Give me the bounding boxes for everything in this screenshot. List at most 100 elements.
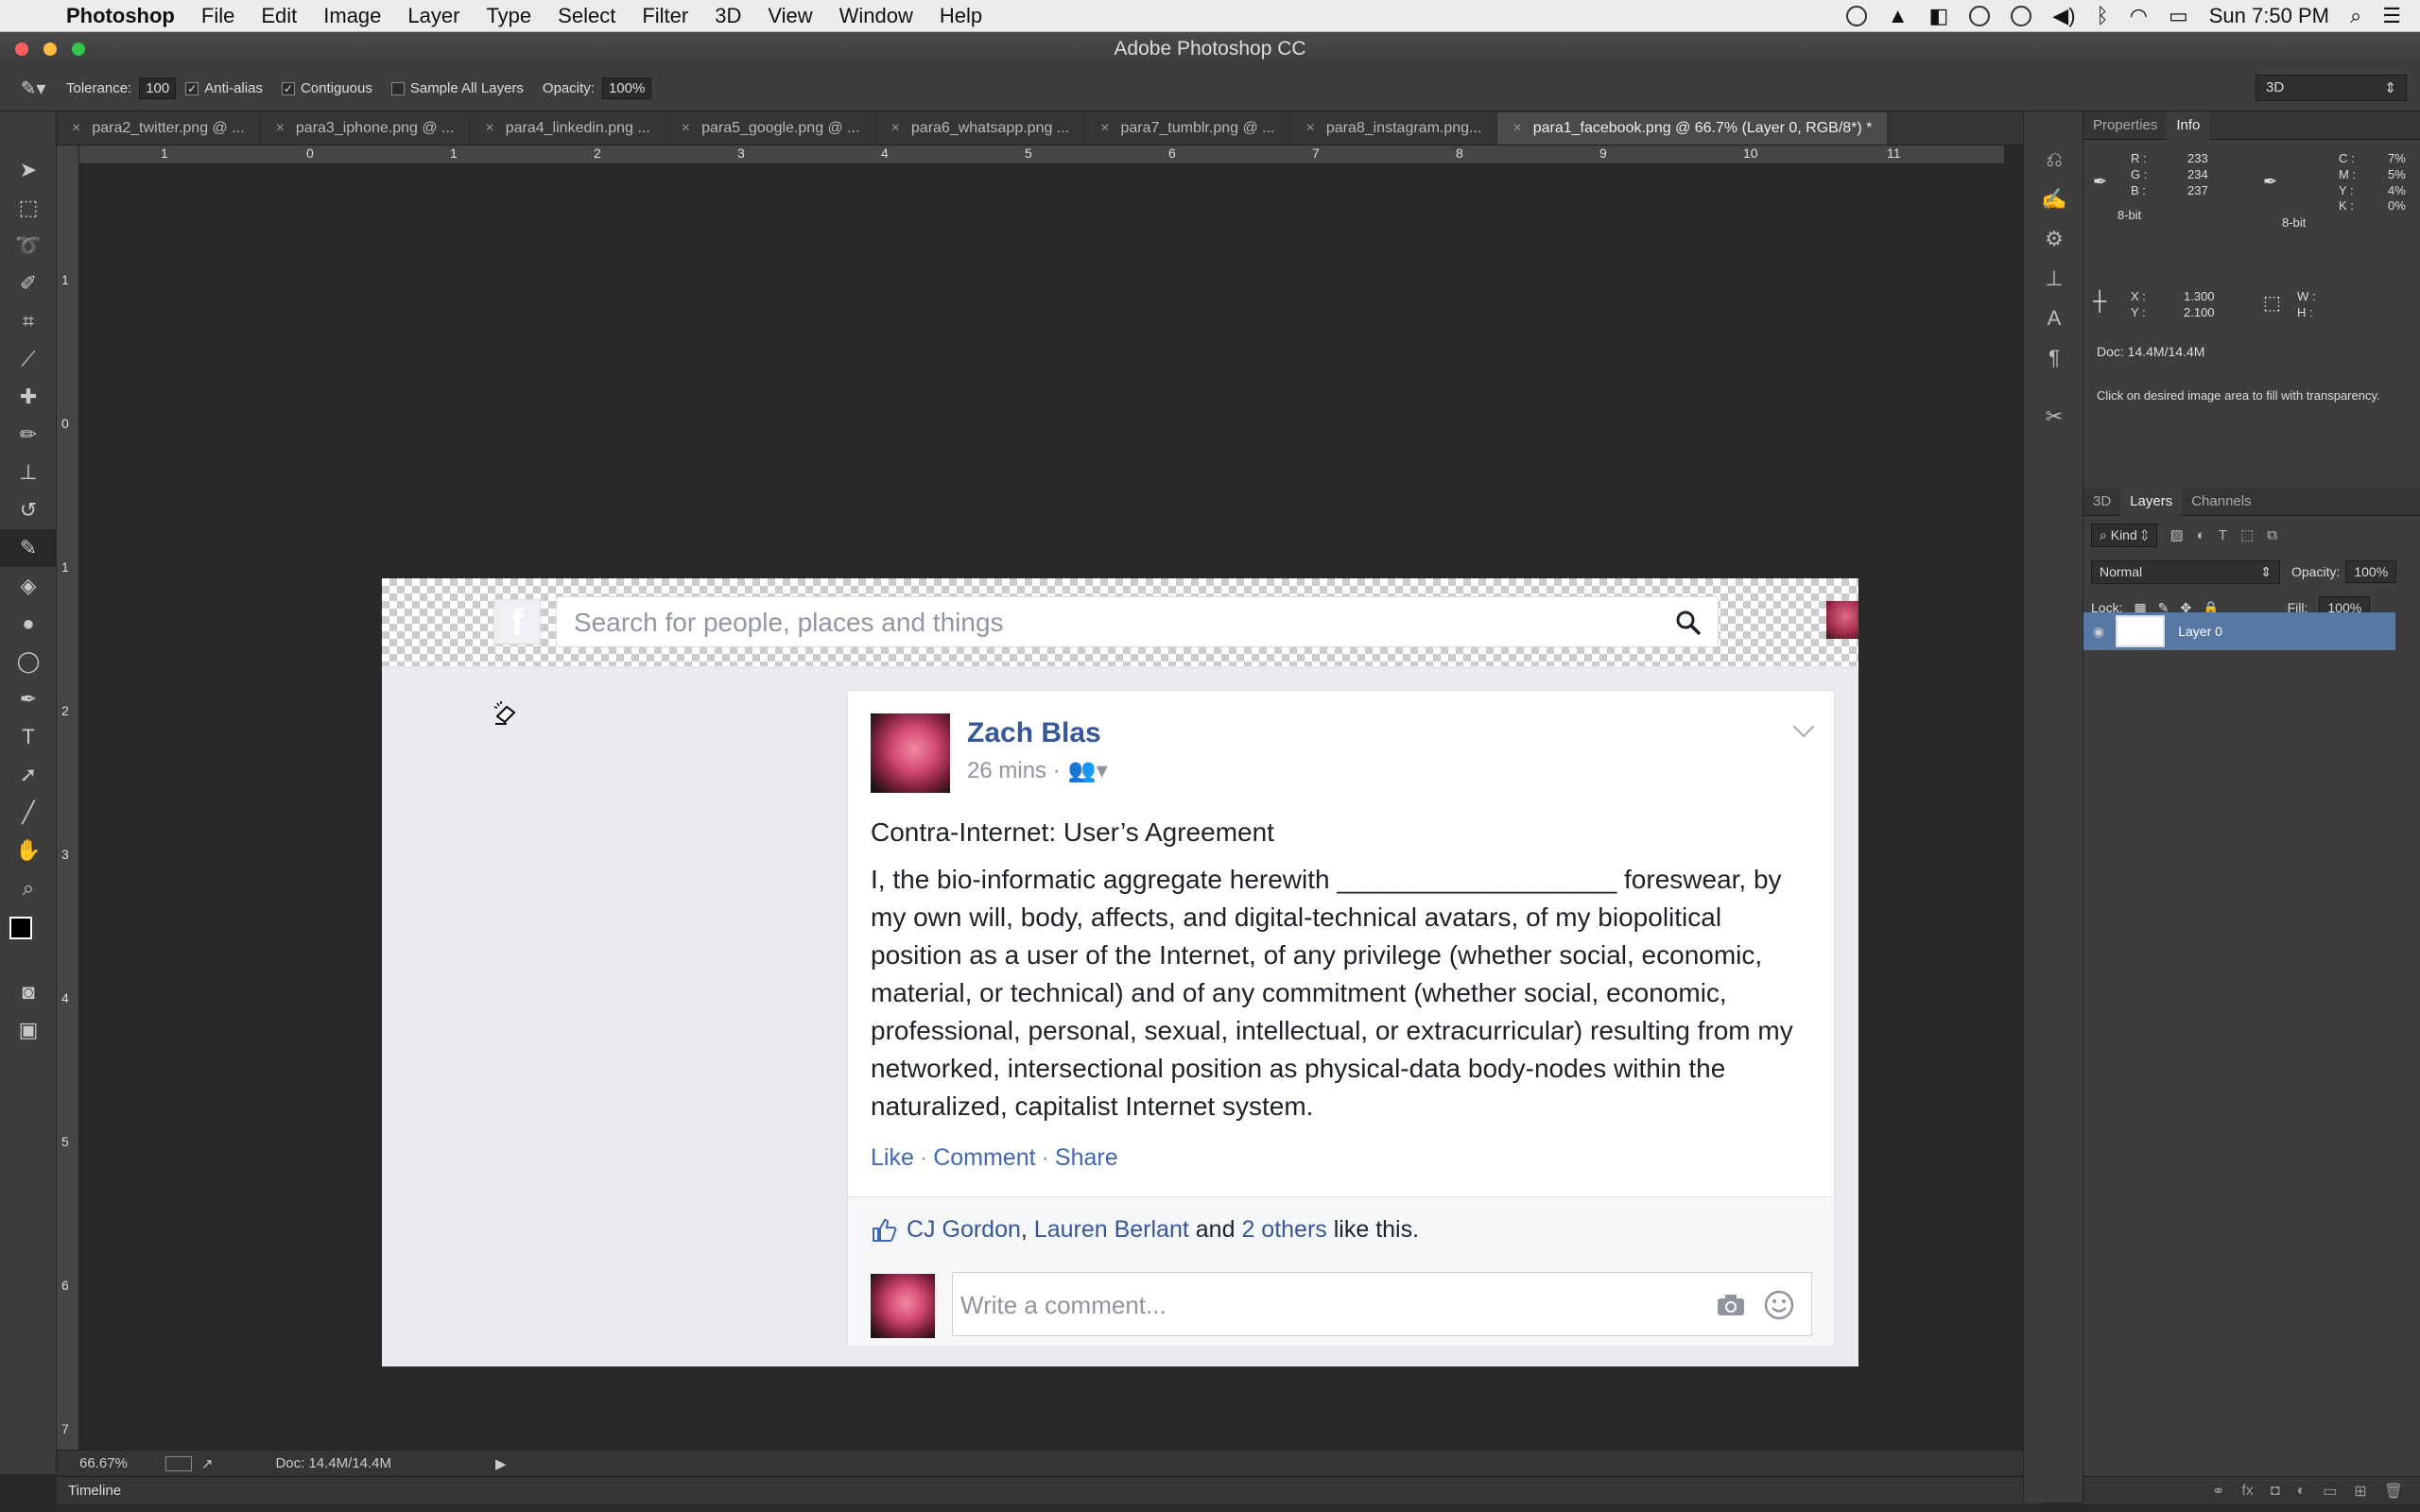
canvas-area[interactable]: f Zach Blas 26 mins · 👥▾ Contra-Internet…	[79, 164, 2004, 1450]
pixel-filter-icon[interactable]: ▨	[2170, 526, 2184, 543]
search-icon[interactable]	[1674, 609, 1703, 637]
tab-info[interactable]: Info	[2167, 111, 2210, 140]
share-link[interactable]: Share	[1055, 1144, 1118, 1171]
audience-friends-icon[interactable]: 👥▾	[1068, 757, 1108, 784]
tab-para1-facebook[interactable]: × para1_facebook.png @ 66.7% (Layer 0, RG…	[1497, 112, 1889, 145]
menu-3d[interactable]: 3D	[715, 4, 741, 28]
creative-cloud-icon[interactable]	[1845, 6, 1867, 26]
hand-tool-icon[interactable]: ✋	[0, 832, 57, 869]
quick-mask-icon[interactable]: ◙	[0, 973, 57, 1011]
new-group-icon[interactable]: ▭	[2323, 1482, 2337, 1501]
record-icon[interactable]	[1969, 6, 1991, 26]
tab-para2-twitter[interactable]: × para2_twitter.png @ ...	[57, 112, 261, 145]
spotlight-icon[interactable]: ⌕	[2350, 4, 2361, 28]
new-layer-icon[interactable]: ⊞	[2354, 1482, 2366, 1501]
menu-view[interactable]: View	[768, 4, 812, 28]
fb-search-input[interactable]	[574, 605, 1614, 641]
author-avatar[interactable]	[871, 713, 950, 793]
menu-filter[interactable]: Filter	[642, 4, 688, 28]
menubar-clock[interactable]: Sun 7:50 PM	[2209, 4, 2329, 28]
menu-edit[interactable]: Edit	[261, 4, 297, 28]
comment-box[interactable]	[952, 1272, 1812, 1336]
close-tab-icon[interactable]: ×	[1305, 120, 1314, 137]
layer-opacity-input[interactable]: 100%	[2345, 560, 2397, 583]
share-icon[interactable]: ↗	[201, 1455, 214, 1472]
post-time[interactable]: 26 mins ·	[967, 758, 1061, 784]
opacity-input[interactable]: 100%	[601, 77, 652, 99]
brush-tool-icon[interactable]: ✏	[0, 416, 57, 454]
layer-style-icon[interactable]: fx	[2241, 1483, 2253, 1500]
timeline-panel-tab[interactable]: Timeline	[57, 1476, 2042, 1504]
menu-select[interactable]: Select	[558, 4, 615, 28]
type-tool-icon[interactable]: T	[0, 718, 57, 756]
zoom-tool-icon[interactable]: ⌕	[0, 869, 57, 907]
comment-link[interactable]: Comment	[933, 1144, 1035, 1171]
battery-icon[interactable]: ▭	[2169, 4, 2188, 28]
tab-properties[interactable]: Properties	[2083, 117, 2167, 133]
type-filter-icon[interactable]: T	[2219, 527, 2227, 543]
tab-3d[interactable]: 3D	[2083, 493, 2120, 509]
tab-para4-linkedin[interactable]: × para4_linkedin.png ...	[470, 112, 666, 145]
close-tab-icon[interactable]: ×	[891, 120, 900, 137]
quick-select-tool-icon[interactable]: ✐	[0, 265, 57, 302]
antialias-checkbox[interactable]: ✓	[185, 81, 199, 95]
line-tool-icon[interactable]: ╱	[0, 794, 57, 832]
post-author-name[interactable]: Zach Blas	[967, 717, 1101, 749]
move-tool-icon[interactable]: ➤	[0, 151, 57, 189]
status-menu-arrow-icon[interactable]: ▶	[495, 1455, 507, 1472]
link-layers-icon[interactable]: ⚭	[2212, 1482, 2224, 1501]
close-tab-icon[interactable]: ×	[72, 120, 80, 137]
close-window-button[interactable]	[15, 43, 28, 56]
visibility-eye-icon[interactable]: ◉	[2093, 624, 2104, 640]
adjustments-panel-icon[interactable]: ⚙	[2024, 219, 2084, 259]
tab-channels[interactable]: Channels	[2182, 493, 2260, 509]
path-select-tool-icon[interactable]: ➚	[0, 756, 57, 794]
volume-icon[interactable]: ◀)	[2052, 4, 2075, 28]
layer-name[interactable]: Layer 0	[2178, 624, 2222, 639]
horizontal-ruler[interactable]: 1 0 1 2 3 4 5 6 7 8 9 10 11	[57, 146, 2004, 164]
screen-mode-icon[interactable]: ▣	[0, 1011, 57, 1049]
blend-mode-select[interactable]: Normal ⇕	[2091, 559, 2280, 584]
delete-layer-icon[interactable]: 🗑	[2384, 1482, 2403, 1501]
close-tab-icon[interactable]: ×	[682, 120, 690, 137]
history-brush-tool-icon[interactable]: ↺	[0, 491, 57, 529]
fb-search-box[interactable]	[556, 596, 1719, 647]
color-swatches[interactable]	[0, 907, 56, 973]
sample-all-layers-checkbox[interactable]	[390, 81, 405, 95]
kind-filter-select[interactable]: ⌕ Kind ⇕	[2091, 523, 2157, 547]
tab-para5-google[interactable]: × para5_google.png @ ...	[666, 112, 876, 145]
healing-brush-tool-icon[interactable]: ✚	[0, 378, 57, 416]
zoom-level[interactable]: 66.67%	[79, 1455, 128, 1471]
menu-app-name[interactable]: Photoshop	[66, 4, 175, 28]
crop-tool-icon[interactable]: ⌗	[0, 302, 57, 340]
close-tab-icon[interactable]: ×	[485, 120, 493, 137]
lasso-tool-icon[interactable]: ➰	[0, 227, 57, 265]
document-canvas[interactable]: f Zach Blas 26 mins · 👥▾ Contra-Internet…	[382, 578, 1858, 1366]
vertical-ruler[interactable]: 1 0 1 2 3 4 5 6 7	[57, 146, 79, 1450]
tab-para8-instagram[interactable]: × para8_instagram.png...	[1290, 112, 1498, 145]
brush-panel-icon[interactable]: ✍	[2024, 180, 2084, 219]
menu-file[interactable]: File	[201, 4, 234, 28]
contiguous-checkbox[interactable]: ✓	[281, 81, 295, 95]
menu-type[interactable]: Type	[486, 4, 531, 28]
tool-presets-panel-icon[interactable]: ✂	[2024, 397, 2084, 437]
drive-icon[interactable]: ▲	[1888, 4, 1909, 28]
camera-icon[interactable]	[1717, 1294, 1745, 1316]
zoom-window-button[interactable]	[72, 43, 85, 56]
tab-para6-whatsapp[interactable]: × para6_whatsapp.png ...	[876, 112, 1086, 145]
clone-stamp-tool-icon[interactable]: ⊥	[0, 454, 57, 491]
likes-others-link[interactable]: 2 others	[1241, 1216, 1326, 1244]
eyedropper-tool-icon[interactable]: ⟋	[0, 340, 57, 378]
paint-bucket-tool-icon[interactable]: ◈	[0, 567, 57, 605]
paragraph-panel-icon[interactable]: ¶	[2024, 338, 2084, 378]
emoji-icon[interactable]	[1764, 1290, 1794, 1320]
tab-para7-tumblr[interactable]: × para7_tumblr.png @ ...	[1085, 112, 1291, 145]
menu-window[interactable]: Window	[839, 4, 913, 28]
character-panel-icon[interactable]: A	[2024, 299, 2084, 338]
notification-center-icon[interactable]: ☰	[2382, 4, 2401, 28]
foreground-color-swatch[interactable]	[9, 917, 32, 939]
dropbox-icon[interactable]: ◧	[1929, 4, 1949, 28]
add-mask-icon[interactable]: ◘	[2271, 1483, 2280, 1500]
clone-source-panel-icon[interactable]: ⊥	[2024, 259, 2084, 299]
close-tab-icon[interactable]: ×	[276, 120, 285, 137]
